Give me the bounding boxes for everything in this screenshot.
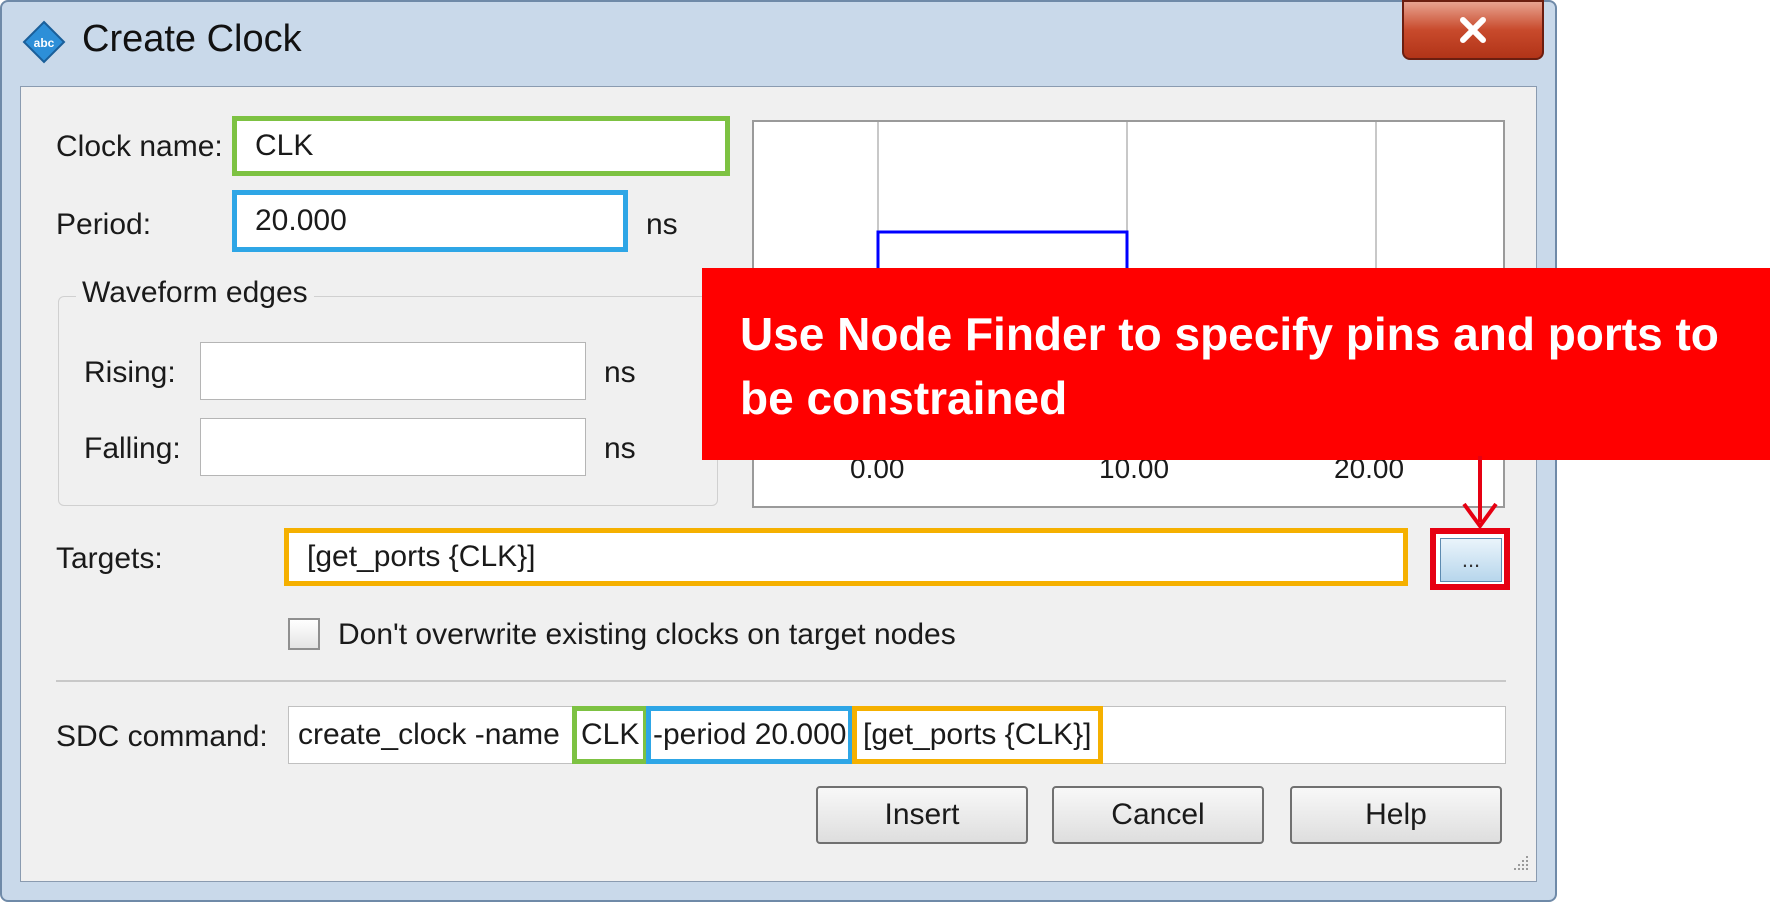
rising-label: Rising: (84, 356, 176, 389)
abc-icon: abc (22, 20, 66, 64)
period-unit: ns (646, 208, 678, 241)
waveform-edges-title: Waveform edges (76, 276, 314, 310)
insert-button[interactable]: Insert (816, 786, 1028, 844)
close-button[interactable] (1402, 0, 1544, 60)
cancel-button[interactable]: Cancel (1052, 786, 1264, 844)
targets-input[interactable]: [get_ports {CLK}] (284, 528, 1408, 586)
period-label: Period: (56, 208, 152, 241)
window-title: Create Clock (82, 18, 302, 60)
clock-name-label: Clock name: (56, 130, 223, 163)
falling-label: Falling: (84, 432, 181, 465)
resize-grip-icon[interactable] (1510, 852, 1530, 872)
sdc-period-segment: -period 20.000 (646, 706, 854, 764)
period-input[interactable]: 20.000 (232, 190, 628, 252)
sdc-prefix: create_clock -name (298, 718, 560, 751)
dont-overwrite-label: Don't overwrite existing clocks on targe… (338, 618, 956, 651)
dont-overwrite-checkbox[interactable] (288, 618, 320, 650)
falling-input[interactable] (200, 418, 586, 476)
sdc-name-segment: CLK (572, 706, 649, 764)
sdc-targets-segment: [get_ports {CLK}] (852, 706, 1103, 764)
targets-label: Targets: (56, 542, 163, 575)
close-icon (1460, 17, 1486, 43)
sdc-command-label: SDC command: (56, 720, 268, 753)
node-finder-button-label: ... (1440, 538, 1502, 582)
callout-arrow-icon (1462, 456, 1498, 530)
rising-input[interactable] (200, 342, 586, 400)
callout-text: Use Node Finder to specify pins and port… (740, 308, 1719, 424)
falling-unit: ns (604, 432, 636, 465)
svg-text:abc: abc (34, 36, 55, 50)
node-finder-button[interactable]: ... (1430, 528, 1510, 590)
separator (56, 680, 1506, 682)
rising-unit: ns (604, 356, 636, 389)
help-button[interactable]: Help (1290, 786, 1502, 844)
clock-name-input[interactable]: CLK (232, 116, 730, 176)
